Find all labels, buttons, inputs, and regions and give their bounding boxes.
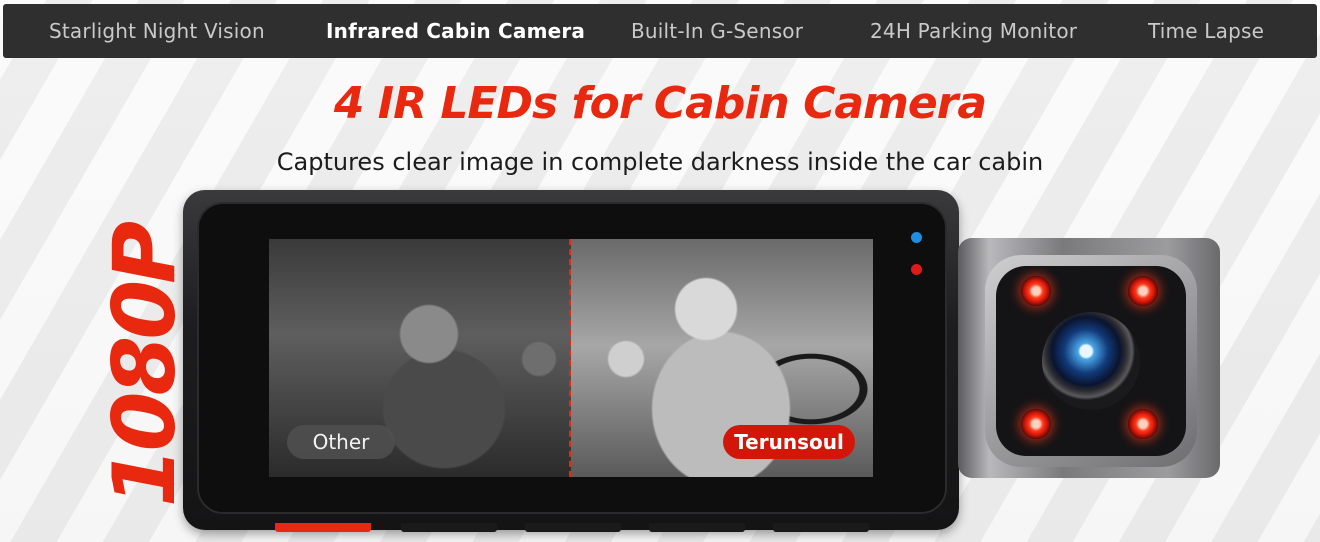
status-led-red-icon	[911, 264, 922, 275]
dashcam-button	[773, 523, 869, 532]
ir-led-icon	[1128, 276, 1158, 306]
tab-built-in-g-sensor[interactable]: Built-In G-Sensor	[631, 4, 803, 58]
tab-24h-parking-monitor[interactable]: 24H Parking Monitor	[870, 4, 1077, 58]
dashcam-buttons	[275, 523, 875, 533]
other-label-badge: Other	[287, 425, 395, 459]
feature-tab-bar: Starlight Night Vision Infrared Cabin Ca…	[3, 4, 1317, 58]
dashcam-button	[275, 523, 371, 532]
brand-label-badge: Terunsoul	[723, 425, 855, 459]
tab-time-lapse[interactable]: Time Lapse	[1148, 4, 1264, 58]
tab-starlight-night-vision[interactable]: Starlight Night Vision	[49, 4, 265, 58]
headline: 4 IR LEDs for Cabin Camera	[333, 78, 987, 129]
product-banner: Starlight Night Vision Infrared Cabin Ca…	[0, 0, 1320, 542]
resolution-label: 1080P	[104, 190, 186, 542]
camera-lens-icon	[1042, 312, 1140, 410]
subheadline: Captures clear image in complete darknes…	[276, 148, 1044, 176]
dashcam-button	[525, 523, 621, 532]
dashcam-button	[401, 523, 497, 532]
comparison-screen: Other Terunsoul	[269, 239, 873, 477]
dashcam-button	[649, 523, 745, 532]
comparison-divider	[569, 239, 571, 477]
tab-infrared-cabin-camera[interactable]: Infrared Cabin Camera	[326, 4, 585, 58]
ir-led-icon	[1021, 276, 1051, 306]
ir-led-icon	[1128, 409, 1158, 439]
status-led-blue-icon	[911, 232, 922, 243]
ir-led-icon	[1021, 409, 1051, 439]
resolution-text: 1080P	[104, 224, 186, 508]
